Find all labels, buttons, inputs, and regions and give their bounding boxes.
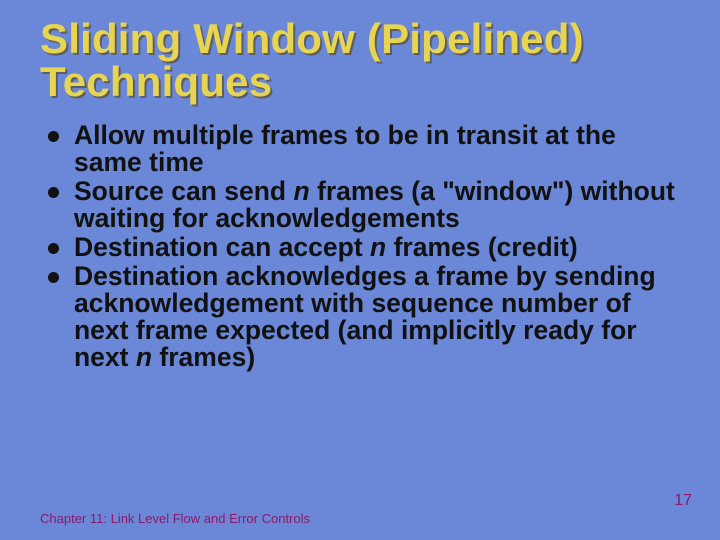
bullet-text-ital: n <box>370 232 386 262</box>
list-item: Allow multiple frames to be in transit a… <box>44 122 680 176</box>
bullet-list: Allow multiple frames to be in transit a… <box>40 122 680 371</box>
bullet-text-post: frames (credit) <box>386 232 577 262</box>
slide-title: Sliding Window (Pipelined) Techniques <box>40 18 680 104</box>
list-item: Source can send n frames (a "window") wi… <box>44 178 680 232</box>
bullet-text: Allow multiple frames to be in transit a… <box>74 120 616 177</box>
list-item: Destination acknowledges a frame by send… <box>44 263 680 371</box>
bullet-text-ital: n <box>136 342 152 372</box>
bullet-text-ital: n <box>293 176 309 206</box>
list-item: Destination can accept n frames (credit) <box>44 234 680 261</box>
bullet-text-post: frames) <box>152 342 255 372</box>
bullet-text-pre: Source can send <box>74 176 293 206</box>
page-number: 17 <box>674 492 692 510</box>
bullet-text-pre: Destination can accept <box>74 232 370 262</box>
slide: Sliding Window (Pipelined) Techniques Al… <box>0 0 720 540</box>
footer-text: Chapter 11: Link Level Flow and Error Co… <box>40 511 310 526</box>
